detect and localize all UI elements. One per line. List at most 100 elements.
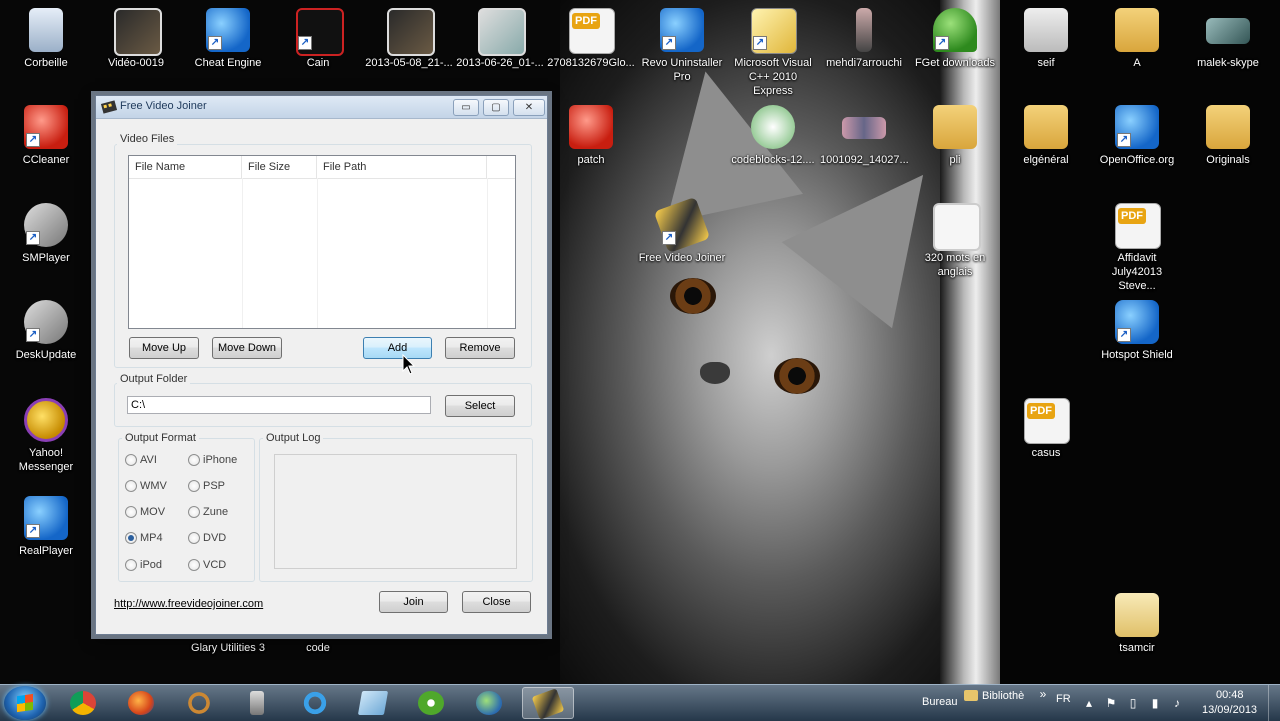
- desktop-icon-malek-skype[interactable]: malek-skype: [1182, 8, 1274, 70]
- move-down-button[interactable]: Move Down: [212, 337, 282, 359]
- desktop-icon-video-2013-05-08[interactable]: 2013-05-08_21-...: [363, 8, 455, 70]
- free-video-joiner-icon: [531, 688, 565, 720]
- pdf-file-icon: [1024, 398, 1070, 444]
- desktop-icon-openoffice[interactable]: ↗ OpenOffice.org: [1091, 105, 1183, 167]
- desktop-icon-cain[interactable]: ↗ Cain: [272, 8, 364, 70]
- volume-icon[interactable]: ♪: [1170, 696, 1184, 710]
- radio-button-icon: [125, 454, 137, 466]
- cain-icon: ↗: [296, 8, 344, 56]
- desktop-icon-folder-a[interactable]: A: [1091, 8, 1183, 70]
- desktop-icon-video-0019[interactable]: Vidéo-0019: [90, 8, 182, 70]
- desktop-icon-codeblocks[interactable]: codeblocks-12....: [727, 105, 819, 167]
- action-center-flag-icon[interactable]: ⚑: [1104, 696, 1118, 710]
- join-button[interactable]: Join: [379, 591, 448, 613]
- network-app-icon: [476, 691, 502, 715]
- minimize-button[interactable]: ▭: [453, 99, 479, 116]
- taskbar-app-free-video-joiner[interactable]: [522, 687, 574, 720]
- wallpaper-door: [940, 0, 1000, 684]
- toolbar-bureau[interactable]: Bureau: [922, 696, 957, 708]
- desktop-icon-hotspot-shield[interactable]: ↗ Hotspot Shield: [1091, 300, 1183, 362]
- taskbar-app-network[interactable]: [464, 687, 516, 719]
- folder-icon: [1024, 105, 1068, 149]
- show-hidden-icons-icon[interactable]: ▴: [1082, 696, 1096, 710]
- desktop-icon-video-2013-06-26[interactable]: 2013-06-26_01-...: [454, 8, 546, 70]
- add-button[interactable]: Add: [363, 337, 432, 359]
- output-folder-input[interactable]: [127, 396, 431, 414]
- ccleaner-taskbar-icon: [186, 691, 212, 715]
- column-header-file-name[interactable]: File Name: [129, 156, 242, 178]
- desktop-icon-revo-uninstaller[interactable]: ↗ Revo Uninstaller Pro: [636, 8, 728, 84]
- desktop-icon-affidavit[interactable]: Affidavit July42013 Steve...: [1091, 203, 1183, 293]
- desktop-icon-smplayer[interactable]: ↗ SMPlayer: [0, 203, 92, 265]
- taskbar-app-utorrent[interactable]: [406, 687, 458, 719]
- taskbar-app-internet-explorer[interactable]: [290, 687, 342, 719]
- wallpaper-cat-photo: [560, 0, 1000, 684]
- clock-date[interactable]: 13/09/2013: [1202, 704, 1257, 716]
- video-file-icon: [478, 8, 526, 56]
- desktop-icon-casus[interactable]: casus: [1000, 398, 1092, 460]
- chrome-icon: [70, 691, 96, 715]
- speaker-app-icon: [250, 691, 264, 715]
- cat-eye-right: [774, 358, 820, 394]
- video-file-icon: [933, 203, 981, 251]
- taskbar-app-ccleaner[interactable]: [174, 687, 226, 719]
- revo-uninstaller-icon: ↗: [660, 8, 704, 52]
- taskbar-app-notepad[interactable]: [348, 687, 400, 719]
- desktop-icon-deskupdate[interactable]: ↗ DeskUpdate: [0, 300, 92, 362]
- website-link[interactable]: http://www.freevideojoiner.com: [114, 598, 263, 610]
- toolbar-overflow-icon[interactable]: »: [1036, 687, 1050, 701]
- realplayer-icon: ↗: [24, 496, 68, 540]
- desktop-icon-fget-downloads[interactable]: ↗ FGet downloads: [909, 8, 1001, 70]
- radio-button-icon: [125, 480, 137, 492]
- move-up-button[interactable]: Move Up: [129, 337, 199, 359]
- window-titlebar[interactable]: Free Video Joiner ▭ ▢ ✕: [96, 96, 547, 119]
- maximize-button[interactable]: ▢: [483, 99, 509, 116]
- show-desktop-button[interactable]: [1268, 685, 1280, 721]
- taskbar-app-firefox[interactable]: [116, 687, 168, 719]
- desktop-icon-tsamcir[interactable]: tsamcir: [1091, 593, 1183, 655]
- column-header-file-size[interactable]: File Size: [242, 156, 317, 178]
- desktop-icon-visual-cpp[interactable]: ↗ Microsoft Visual C++ 2010 Express: [727, 8, 819, 98]
- desktop-icon-corbeille[interactable]: Corbeille: [0, 8, 92, 70]
- taskbar-app-chrome[interactable]: [58, 687, 110, 719]
- desktop-icon-ccleaner[interactable]: ↗ CCleaner: [0, 105, 92, 167]
- language-indicator[interactable]: FR: [1056, 693, 1071, 705]
- cheat-engine-icon: ↗: [206, 8, 250, 52]
- network-signal-icon[interactable]: ▮: [1148, 696, 1162, 710]
- taskbar-app-speaker[interactable]: [232, 687, 284, 719]
- desktop-icon-realplayer[interactable]: ↗ RealPlayer: [0, 496, 92, 558]
- clock-time[interactable]: 00:48: [1216, 689, 1244, 701]
- visual-cpp-icon: ↗: [751, 8, 797, 54]
- image-file-icon: [842, 8, 886, 52]
- folder-icon: [933, 105, 977, 149]
- library-folder-icon: [964, 690, 978, 701]
- video-thumbnail-icon: [114, 8, 162, 56]
- desktop-icon-originals[interactable]: Originals: [1182, 105, 1274, 167]
- desktop-icon-patch[interactable]: patch: [545, 105, 637, 167]
- select-folder-button[interactable]: Select: [445, 395, 515, 417]
- recycle-bin-icon: [24, 8, 68, 52]
- column-divider: [487, 178, 488, 328]
- battery-icon[interactable]: ▯: [1126, 696, 1140, 710]
- yahoo-messenger-icon: [24, 398, 68, 442]
- desktop-icon-mehdi7arrouchi[interactable]: mehdi7arrouchi: [818, 8, 910, 70]
- close-window-button[interactable]: ✕: [513, 99, 545, 116]
- desktop-icon-320-mots[interactable]: 320 mots en anglais: [909, 203, 1001, 279]
- start-button[interactable]: [4, 686, 46, 720]
- desktop-icon-1001092[interactable]: 1001092_14027...: [818, 105, 910, 167]
- video-files-list[interactable]: File Name File Size File Path: [128, 155, 516, 329]
- desktop-icon-pdf-2708132679[interactable]: 2708132679Glo...: [545, 8, 637, 70]
- desktop-icon-seif[interactable]: seif: [1000, 8, 1092, 70]
- desktop-icon-yahoo-messenger[interactable]: Yahoo! Messenger: [0, 398, 92, 474]
- toolbar-bibliotheques[interactable]: Bibliothè: [982, 690, 1024, 702]
- cat-eye-left: [670, 278, 716, 314]
- remove-button[interactable]: Remove: [445, 337, 515, 359]
- column-header-file-path[interactable]: File Path: [317, 156, 487, 178]
- close-button[interactable]: Close: [462, 591, 531, 613]
- desktop-icon-cheat-engine[interactable]: ↗ Cheat Engine: [182, 8, 274, 70]
- desktop-icon-elgeneral[interactable]: elgénéral: [1000, 105, 1092, 167]
- desktop-icon-pli[interactable]: pli: [909, 105, 1001, 167]
- desktop-icon-free-video-joiner[interactable]: ↗ Free Video Joiner: [636, 196, 728, 265]
- patch-icon: [569, 105, 613, 149]
- output-log-box[interactable]: [274, 454, 517, 569]
